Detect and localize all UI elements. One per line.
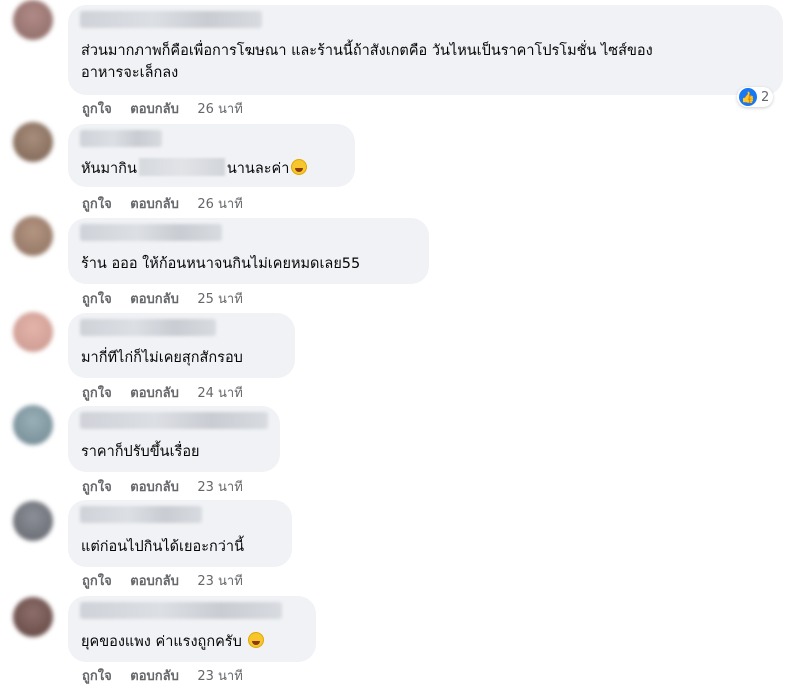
like-button[interactable]: ถูกใจ: [82, 386, 112, 401]
comment-text: ยุคของแพง ค่าแรงถูกครับ: [81, 631, 265, 653]
reply-button[interactable]: ตอบกลับ: [130, 102, 179, 117]
comment-text: ราคาก็ปรับขึ้นเรื่อย: [81, 444, 200, 460]
timestamp[interactable]: 26 นาที: [197, 197, 242, 212]
timestamp[interactable]: 23 นาที: [197, 669, 242, 684]
timestamp[interactable]: 26 นาที: [197, 102, 242, 117]
commenter-name[interactable]: [80, 602, 282, 619]
comment-actions: ถูกใจ ตอบกลับ 26 นาที: [82, 98, 257, 119]
comment-bubble: ส่วนมากภาพก็คือเพื่อการโฆษณา และร้านนี้ถ…: [68, 5, 783, 95]
commenter-name[interactable]: [80, 506, 202, 523]
commenter-name[interactable]: [80, 11, 262, 28]
reply-button[interactable]: ตอบกลับ: [130, 292, 179, 307]
comment-actions: ถูกใจ ตอบกลับ 23 นาที: [82, 476, 257, 497]
comment-text-part1: หันมากิน: [81, 161, 137, 177]
reaction-count: 2: [761, 89, 770, 105]
comment-actions: ถูกใจ ตอบกลับ 26 นาที: [82, 193, 257, 214]
timestamp[interactable]: 25 นาที: [197, 292, 242, 307]
like-button[interactable]: ถูกใจ: [82, 669, 112, 684]
reaction-count-badge[interactable]: 👍 2: [737, 87, 774, 107]
comment-actions: ถูกใจ ตอบกลับ 23 นาที: [82, 570, 257, 591]
like-button[interactable]: ถูกใจ: [82, 102, 112, 117]
reply-button[interactable]: ตอบกลับ: [130, 197, 179, 212]
redacted-text: [138, 158, 225, 176]
comment-text-body: ยุคของแพง ค่าแรงถูกครับ: [81, 634, 242, 650]
like-button[interactable]: ถูกใจ: [82, 480, 112, 495]
like-button[interactable]: ถูกใจ: [82, 197, 112, 212]
comment-text: หันมากิน นานละค่า: [81, 158, 308, 180]
comment-bubble: หันมากิน นานละค่า: [68, 124, 355, 187]
commenter-name[interactable]: [80, 224, 222, 241]
laughing-emoji-icon: [291, 159, 308, 175]
commenter-name[interactable]: [80, 319, 216, 336]
comment-text: แต่ก่อนไปกินได้เยอะกว่านี้: [81, 539, 244, 555]
comment-bubble: มากี่ทีไก่ก็ไม่เคยสุกสักรอบ: [68, 313, 295, 378]
commenter-name[interactable]: [80, 130, 162, 147]
avatar[interactable]: [13, 0, 53, 40]
comment-bubble: ยุคของแพง ค่าแรงถูกครับ: [68, 596, 316, 662]
avatar[interactable]: [13, 405, 53, 445]
like-button[interactable]: ถูกใจ: [82, 574, 112, 589]
comment-actions: ถูกใจ ตอบกลับ 24 นาที: [82, 382, 257, 403]
comment-bubble: ราคาก็ปรับขึ้นเรื่อย: [68, 406, 280, 472]
reply-button[interactable]: ตอบกลับ: [130, 669, 179, 684]
comment-text-line2: อาหารจะเล็กลง: [81, 65, 179, 81]
avatar[interactable]: [13, 216, 53, 256]
like-icon: 👍: [739, 88, 757, 106]
comment-text-part2: นานละค่า: [226, 161, 290, 177]
comment-text: ส่วนมากภาพก็คือเพื่อการโฆษณา และร้านนี้ถ…: [81, 43, 653, 59]
commenter-name[interactable]: [80, 412, 268, 429]
comment-bubble: ร้าน อออ ให้ก้อนหนาจนกินไม่เคยหมดเลย55: [68, 218, 429, 284]
comment-bubble: แต่ก่อนไปกินได้เยอะกว่านี้: [68, 500, 292, 567]
avatar[interactable]: [13, 312, 53, 352]
reply-button[interactable]: ตอบกลับ: [130, 386, 179, 401]
comment-actions: ถูกใจ ตอบกลับ 25 นาที: [82, 288, 257, 309]
like-button[interactable]: ถูกใจ: [82, 292, 112, 307]
reply-button[interactable]: ตอบกลับ: [130, 480, 179, 495]
avatar[interactable]: [13, 501, 53, 541]
reply-button[interactable]: ตอบกลับ: [130, 574, 179, 589]
timestamp[interactable]: 23 นาที: [197, 574, 242, 589]
timestamp[interactable]: 23 นาที: [197, 480, 242, 495]
comment-actions: ถูกใจ ตอบกลับ 23 นาที: [82, 665, 257, 686]
comment-text: ร้าน อออ ให้ก้อนหนาจนกินไม่เคยหมดเลย55: [81, 256, 361, 272]
grinning-emoji-icon: [248, 632, 265, 648]
comment-text: มากี่ทีไก่ก็ไม่เคยสุกสักรอบ: [81, 350, 243, 366]
avatar[interactable]: [13, 597, 53, 637]
timestamp[interactable]: 24 นาที: [197, 386, 242, 401]
avatar[interactable]: [13, 122, 53, 162]
